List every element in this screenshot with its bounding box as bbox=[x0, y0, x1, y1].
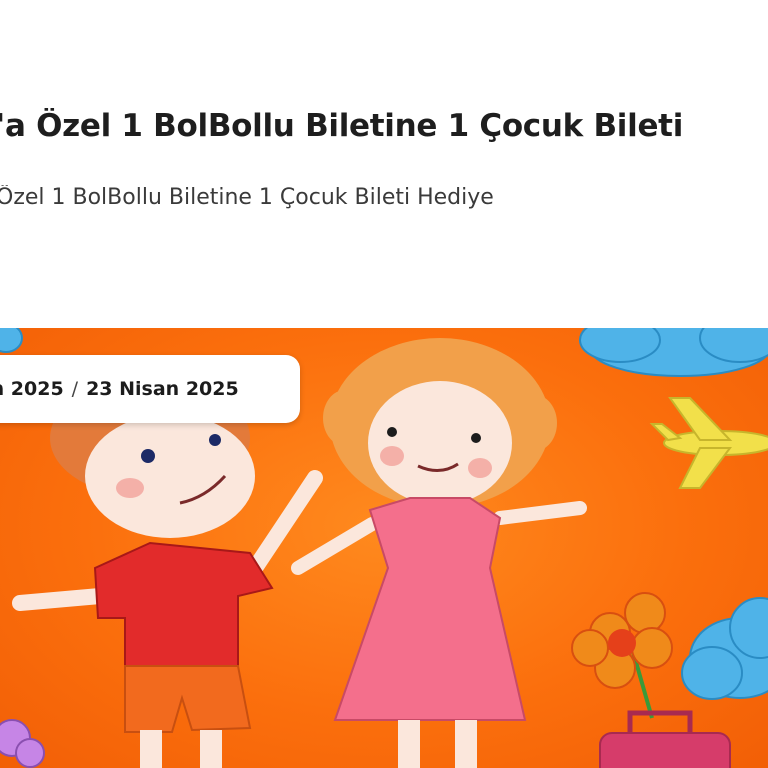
airplane-icon bbox=[649, 397, 768, 489]
boy-figure bbox=[12, 378, 323, 768]
date-start: isan 2025 bbox=[0, 378, 64, 400]
campaign-subtitle: Özel 1 BolBollu Biletine 1 Çocuk Bileti … bbox=[0, 185, 494, 210]
cloud-icon bbox=[579, 328, 768, 377]
date-end: 23 Nisan 2025 bbox=[86, 378, 239, 400]
date-range-badge: isan 2025 / 23 Nisan 2025 bbox=[0, 355, 300, 423]
girl-figure bbox=[291, 338, 587, 768]
flower-icon bbox=[571, 592, 673, 719]
cloud-icon bbox=[681, 597, 768, 700]
cloud-icon bbox=[0, 328, 23, 353]
date-separator: / bbox=[71, 378, 79, 400]
flower-icon bbox=[0, 719, 45, 768]
bag-icon bbox=[599, 710, 731, 768]
campaign-title: n'a Özel 1 BolBollu Biletine 1 Çocuk Bil… bbox=[0, 108, 684, 144]
